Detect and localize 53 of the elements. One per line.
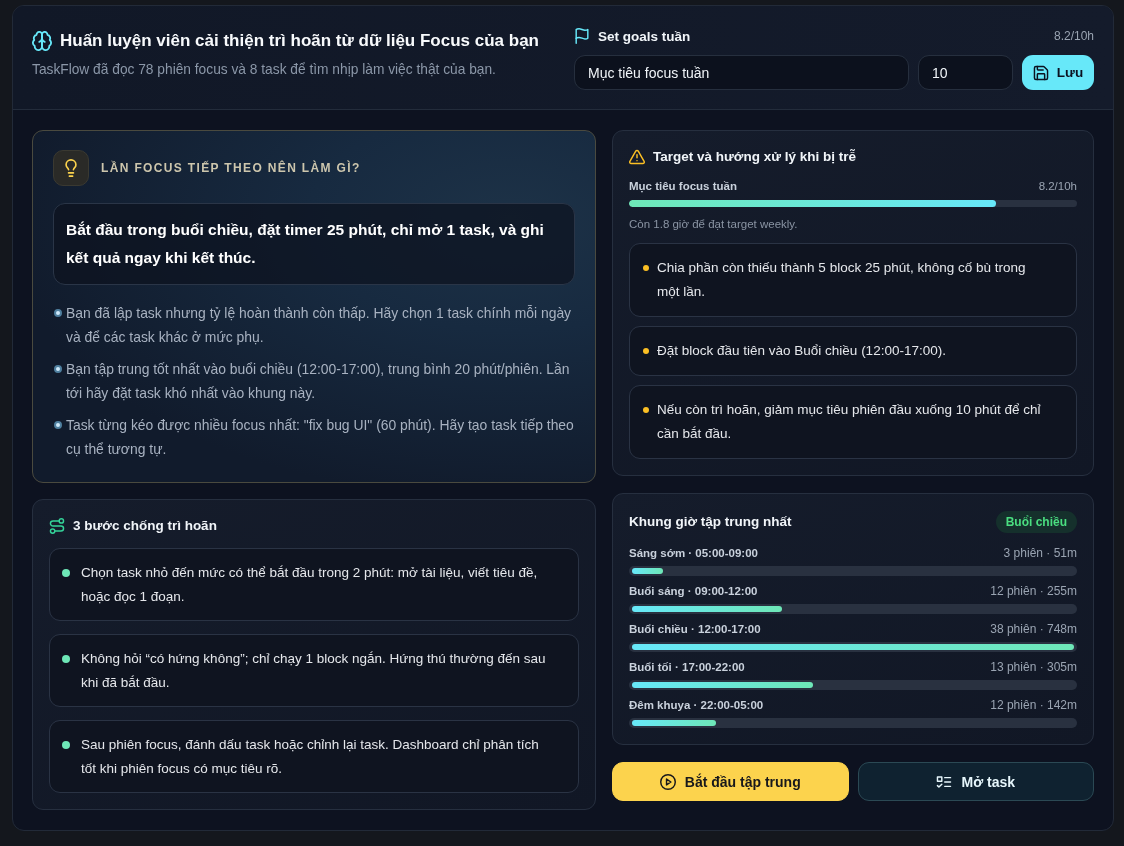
warning-icon [629, 149, 645, 165]
brain-icon [32, 31, 52, 51]
time-window-reading: 3 phiên · 51m [1003, 545, 1077, 561]
goal-progress-text: 8.2/10h [1053, 29, 1094, 43]
insight-text: Bạn tập trung tốt nhất vào buổi chiều (12:00-17:00), trung bình 20 phút/phiên. Lần tới hãy đặt task khó nhất vào khung này. [66, 360, 571, 403]
action-text: Nếu còn trì hoãn, giảm mục tiêu phiên đầu xuống 10 phút để chỉ cần bắt đầu. [657, 401, 1042, 443]
section-heading: LẦN FOCUS TIẾP THEO NÊN LÀM GÌ? [101, 161, 361, 175]
bullet-icon [643, 265, 649, 271]
bullet-icon [62, 655, 70, 663]
page-title: Huấn luyện viên cải thiện trì hoãn từ dữ liệu Focus của bạn [60, 30, 539, 52]
insight-text: Task từng kéo được nhiều focus nhất: "fix bug UI" (60 phút). Hãy tạo task tiếp theo cụ thể tương tự. [66, 416, 575, 459]
time-window-label: Buổi tối · 17:00-22:00 [629, 660, 745, 675]
route-icon [49, 518, 65, 534]
time-window-label: Sáng sớm · 05:00-09:00 [629, 546, 758, 561]
time-window-reading: 12 phiên · 255m [990, 583, 1077, 599]
card-title: Target và hướng xử lý khi bị trễ [653, 148, 856, 166]
bullet-icon [54, 365, 62, 373]
lightbulb-icon [53, 150, 89, 186]
bullet-icon [643, 348, 649, 354]
action-text: Chia phần còn thiếu thành 5 block 25 phút, không cố bù trong một lần. [657, 259, 1027, 301]
goal-name-field[interactable]: Mục tiêu focus tuần [574, 55, 909, 90]
card-title: Khung giờ tập trung nhất [629, 513, 792, 531]
card-title: 3 bước chống trì hoãn [73, 517, 217, 535]
time-window-label: Đêm khuya · 22:00-05:00 [629, 698, 764, 713]
goal-form-title: Set goals tuần [598, 28, 691, 44]
time-window-reading: 38 phiên · 748m [990, 621, 1077, 637]
goal-label: Mục tiêu focus tuần [629, 179, 737, 194]
bullet-icon [62, 569, 70, 577]
time-window-label: Buổi sáng · 09:00-12:00 [629, 584, 758, 599]
save-button[interactable]: Lưu [1022, 55, 1094, 90]
goal-reading: 8.2/10h [1038, 179, 1077, 194]
step-text: Sau phiên focus, đánh dấu task hoặc chỉnh lại task. Dashboard chỉ phân tích tốt khi phiên focus có mục tiêu rõ. [81, 736, 540, 778]
insight-text: Bạn đã lập task nhưng tỷ lệ hoàn thành còn thấp. Hãy chọn 1 task chính mỗi ngày và để các task khác ở mức phụ. [66, 304, 573, 347]
action-text: Đặt block đầu tiên vào Buổi chiều (12:00-17:00). [657, 342, 946, 360]
goal-hours-field[interactable]: 10 [918, 55, 1013, 90]
play-icon [659, 773, 676, 790]
checklist-icon [936, 773, 953, 790]
start-focus-button[interactable]: Bắt đầu tập trung [612, 762, 849, 801]
bullet-icon [54, 421, 62, 429]
time-window-reading: 12 phiên · 142m [990, 697, 1077, 713]
bullet-icon [643, 407, 649, 413]
flag-icon [574, 28, 590, 44]
recommendation-box: Bắt đầu trong buổi chiều, đặt timer 25 phút, chỉ mở 1 task, và ghi kết quả ngay khi kết thúc. [53, 203, 575, 285]
bullet-icon [54, 309, 62, 317]
open-task-button[interactable]: Mở task [857, 762, 1094, 801]
best-window-tag: Buổi chiều [995, 511, 1077, 533]
time-window-label: Buổi chiều · 12:00-17:00 [629, 622, 761, 637]
bullet-icon [62, 741, 70, 749]
step-text: Chọn task nhỏ đến mức có thể bắt đầu trong 2 phút: mở tài liệu, viết tiêu đề, hoặc đọc 1 đoạn. [81, 564, 539, 606]
remaining-text: Còn 1.8 giờ để đạt target weekly. [629, 217, 799, 232]
step-text: Không hỏi “có hứng không”; chỉ chạy 1 block ngắn. Hứng thú thường đến sau khi đã bắt đầu. [81, 650, 547, 692]
page-subtitle: TaskFlow đã đọc 78 phiên focus và 8 task để tìm nhịp làm việc thật của bạn. [32, 61, 497, 79]
time-window-reading: 13 phiên · 305m [990, 659, 1077, 675]
